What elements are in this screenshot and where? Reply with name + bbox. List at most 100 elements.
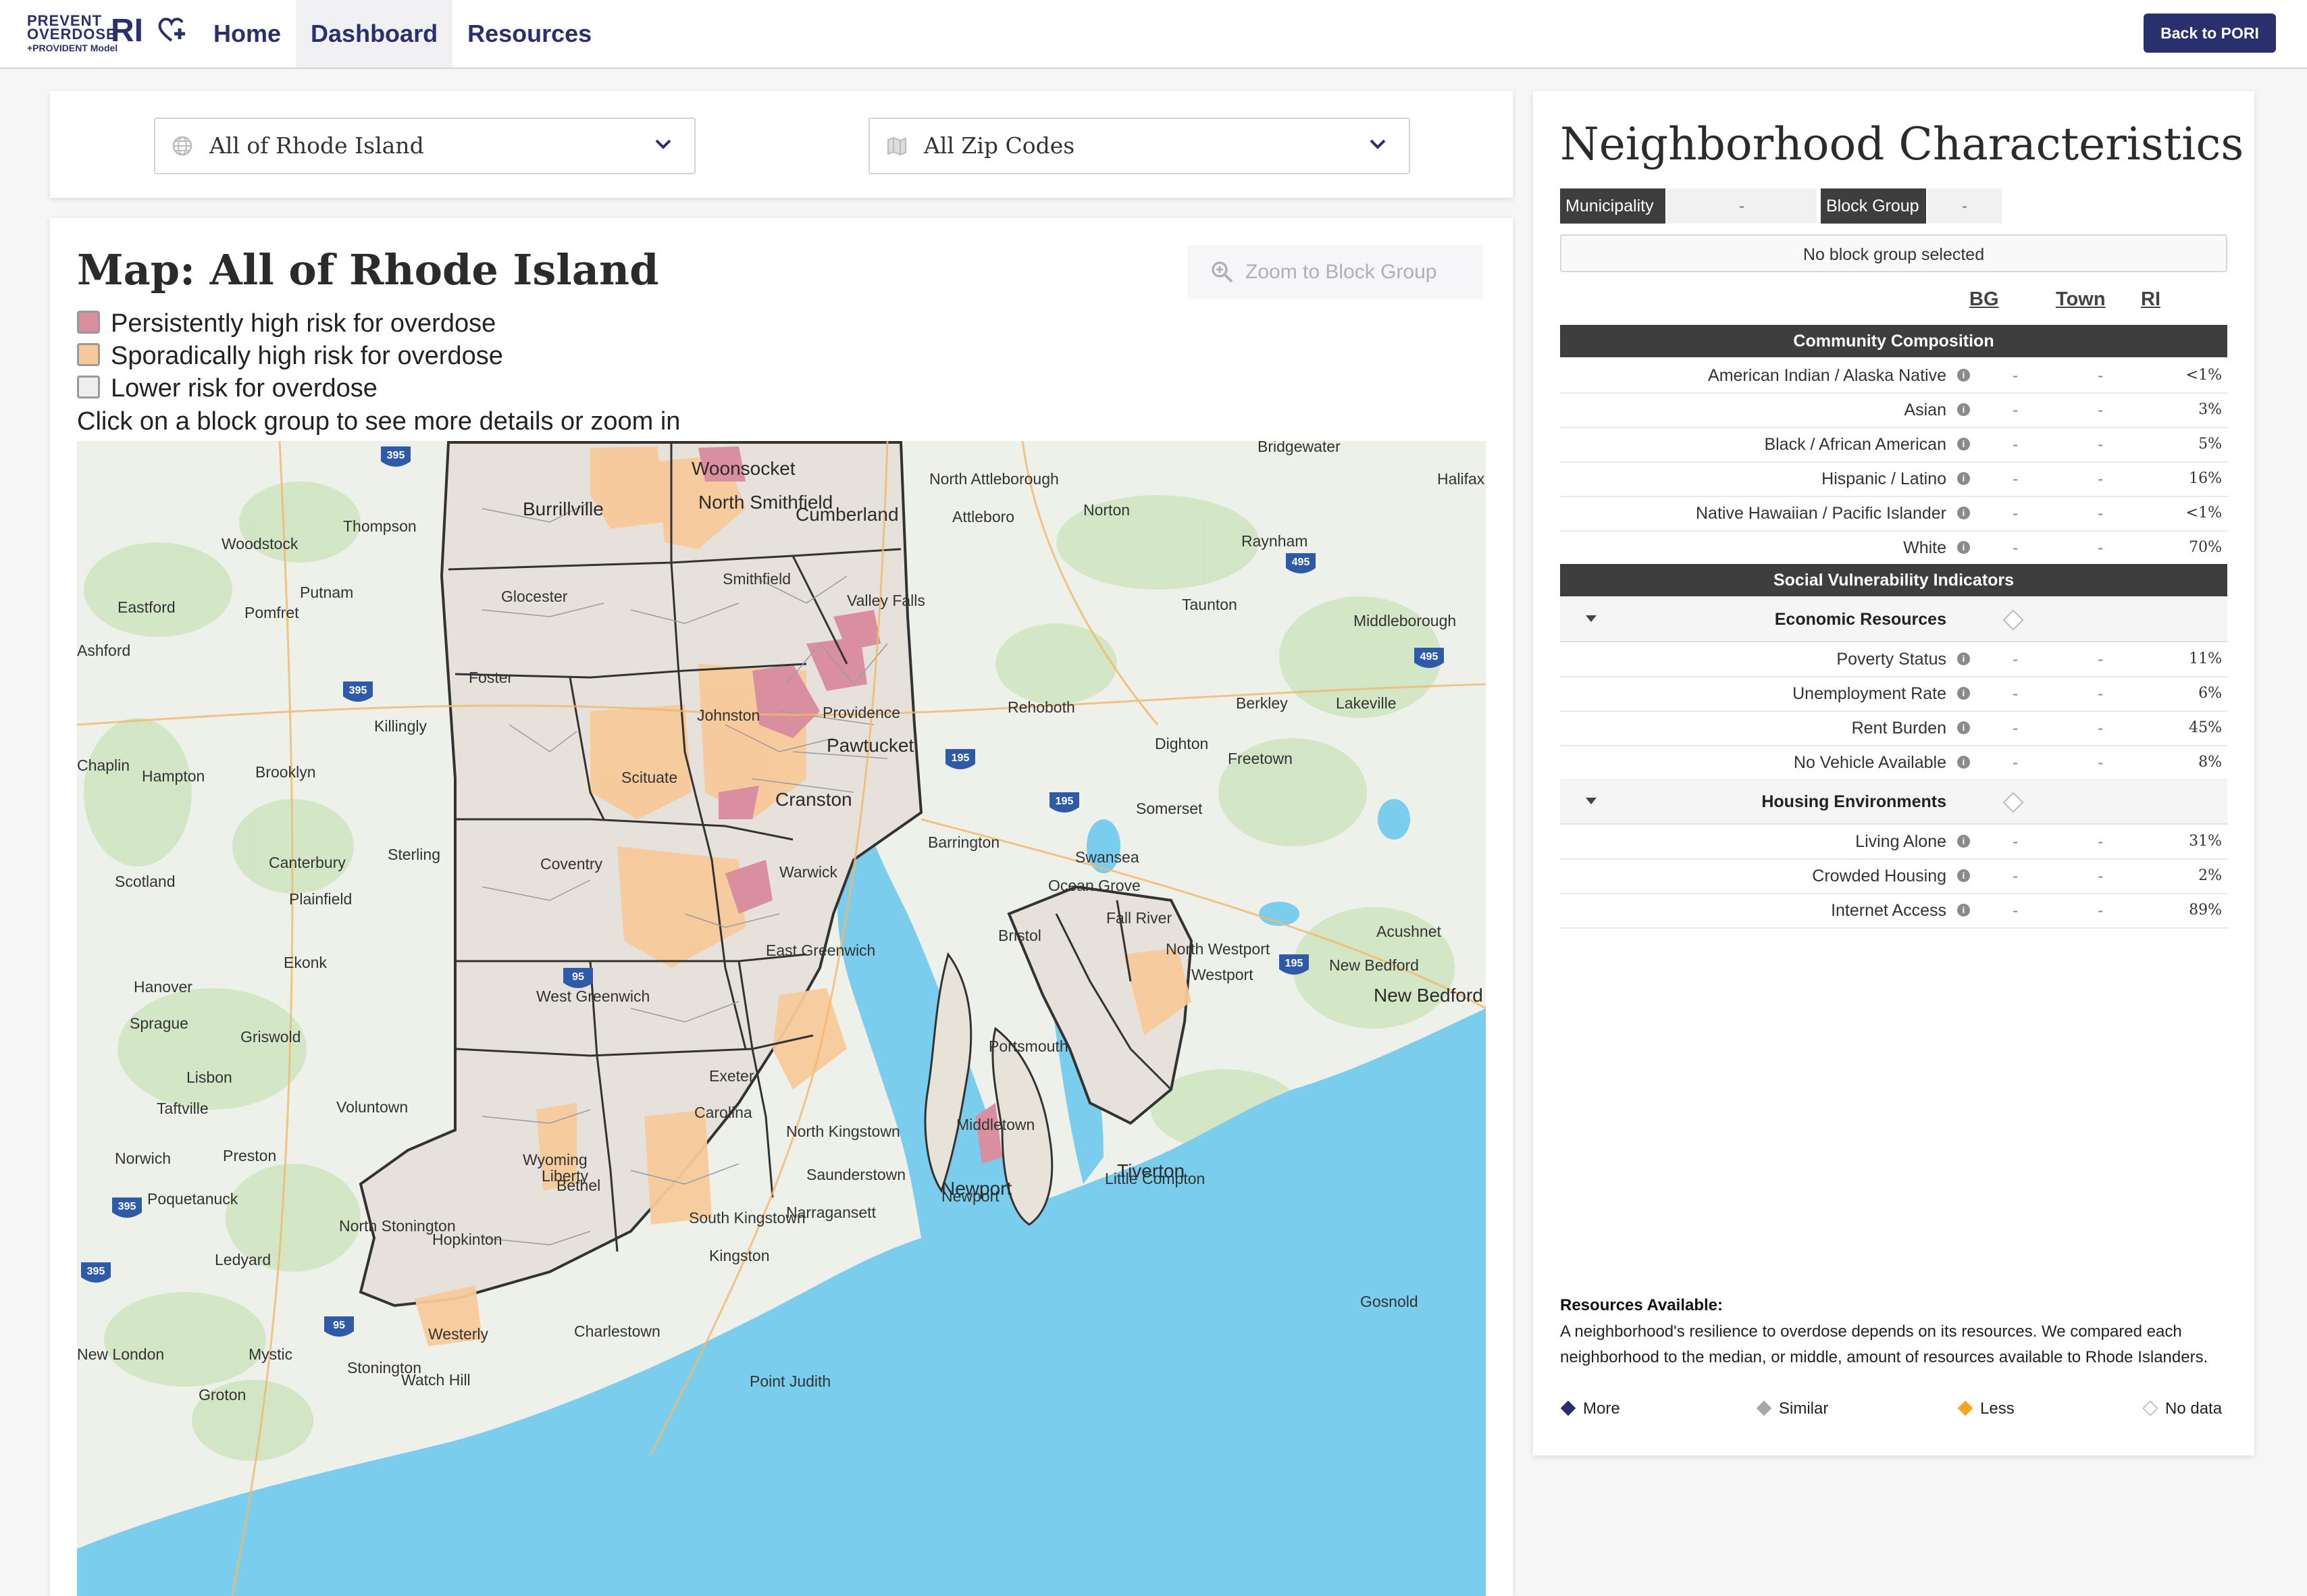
nav-dashboard[interactable]: Dashboard [296,0,453,68]
info-icon[interactable]: i [1957,721,1970,734]
info-icon[interactable]: i [1957,472,1970,485]
key-label: More [1583,1399,1620,1418]
prevent-overdose-ri-logo[interactable]: PREVENT OVERDOSE RI +PROVIDENT Model [27,9,189,57]
table-row: Rent Burden i - - 45% [1560,711,2227,746]
caret-down-icon [1586,798,1597,804]
place-label: North Attleborough [929,470,1059,488]
legend-swatch-lower [77,376,100,398]
place-label: Acushnet [1376,923,1442,940]
place-label: Groton [199,1386,246,1404]
no-data-diamond-icon [2002,792,2024,813]
main-nav: Home Dashboard Resources [199,0,606,68]
row-town-value: - [2098,832,2104,851]
info-icon[interactable]: i [1957,369,1970,382]
highway-shield: 195 [1049,792,1079,813]
city-label: New Bedford [1374,985,1483,1006]
info-icon[interactable]: i [1957,652,1970,665]
highway-shield: 495 [1286,553,1316,573]
row-label: Hispanic / Latino [1821,469,1946,488]
row-label: Black / African American [1764,435,1946,454]
info-icon[interactable]: i [1957,403,1970,416]
zoom-button-label: Zoom to Block Group [1245,261,1437,283]
row-ri-value: 6% [2198,685,2222,702]
place-label: Barrington [928,833,1000,851]
row-bg-value: - [2013,684,2019,703]
row-town-value: - [2098,538,2104,557]
place-label: Saunderstown [806,1166,906,1183]
row-ri-value: 2% [2198,867,2222,884]
region-select[interactable]: All of Rhode Island [154,118,696,174]
place-label: Bristol [998,927,1041,944]
key-similar: Similar [1756,1399,1828,1418]
svg-text:95: 95 [333,1320,345,1331]
economic-resources-toggle[interactable]: Economic Resources [1560,598,2227,642]
place-label: Norwich [115,1150,171,1167]
zip-select[interactable]: All Zip Codes [869,118,1410,174]
place-label: Foster [469,669,513,686]
place-label: Somerset [1136,800,1203,817]
table-row: No Vehicle Available i - - 8% [1560,746,2227,781]
city-label: Newport [941,1178,1012,1199]
map-canvas[interactable]: North Attleborough Attleboro Norton Brid… [77,441,1486,1596]
highway-shield: 395 [81,1262,111,1283]
info-icon[interactable]: i [1957,869,1970,882]
row-town-value: - [2098,753,2104,772]
svg-text:195: 195 [1056,796,1074,807]
row-town-value: - [2098,401,2104,419]
place-label: Thompson [343,517,417,535]
key-label: Less [1980,1399,2015,1418]
place-label: Point Judith [750,1372,831,1390]
table-row: White i - - 70% [1560,531,2227,566]
place-label: North Westport [1166,940,1270,958]
filter-panel: All of Rhode Island All Zip Codes [50,91,1513,198]
diamond-no-data-icon [2142,1400,2158,1416]
legend-swatch-sporadic [77,343,100,366]
info-icon[interactable]: i [1957,835,1970,848]
place-label: Woodstock [222,535,299,552]
info-icon[interactable]: i [1957,756,1970,769]
nav-home[interactable]: Home [199,0,296,68]
highway-shield: 195 [945,749,975,769]
place-label: Halifax [1437,470,1485,488]
resources-title: Resources Available: [1560,1296,1723,1314]
place-label: Lakeville [1336,694,1397,712]
key-less: Less [1957,1399,2015,1418]
row-bg-value: - [2013,901,2019,920]
row-bg-value: - [2013,469,2019,488]
info-icon[interactable]: i [1957,507,1970,519]
zoom-to-block-group-button[interactable]: Zoom to Block Group [1187,245,1483,299]
place-label: Exeter [709,1067,754,1085]
place-label: Smithfield [723,570,791,588]
map-title: Map: All of Rhode Island [77,245,659,294]
svg-text:395: 395 [118,1201,136,1212]
place-label: Voluntown [336,1098,408,1116]
table-row: Poverty Status i - - 11% [1560,642,2227,677]
row-label: White [1903,538,1946,557]
info-icon[interactable]: i [1957,438,1970,451]
map-panel: Map: All of Rhode Island Zoom to Block G… [50,218,1513,1596]
place-label: Middleborough [1353,612,1456,629]
info-icon[interactable]: i [1957,904,1970,917]
place-label: Hanover [134,978,192,996]
row-label: Rent Burden [1851,719,1946,738]
place-label: Liberty [542,1167,589,1185]
resources-description: A neighborhood's resilience to overdose … [1560,1322,2208,1366]
risk-map[interactable]: North Attleborough Attleboro Norton Brid… [77,441,1486,1596]
place-label: Charlestown [574,1322,660,1340]
row-bg-value: - [2013,650,2019,669]
city-label: Cranston [775,789,852,810]
place-label: Scituate [621,769,677,786]
row-ri-value: 5% [2198,436,2222,453]
nav-resources[interactable]: Resources [452,0,606,68]
table-row: American Indian / Alaska Native i - - <1… [1560,359,2227,394]
place-label: North Kingstown [786,1123,900,1140]
housing-environments-toggle[interactable]: Housing Environments [1560,780,2227,825]
column-header-ri: RI [2141,288,2160,310]
info-icon[interactable]: i [1957,541,1970,554]
diamond-less-icon [1957,1400,1973,1416]
zoom-in-icon [1212,261,1233,283]
row-label: No Vehicle Available [1793,753,1946,772]
place-label: Scotland [115,873,176,890]
info-icon[interactable]: i [1957,687,1970,700]
back-to-pori-button[interactable]: Back to PORI [2144,14,2276,53]
